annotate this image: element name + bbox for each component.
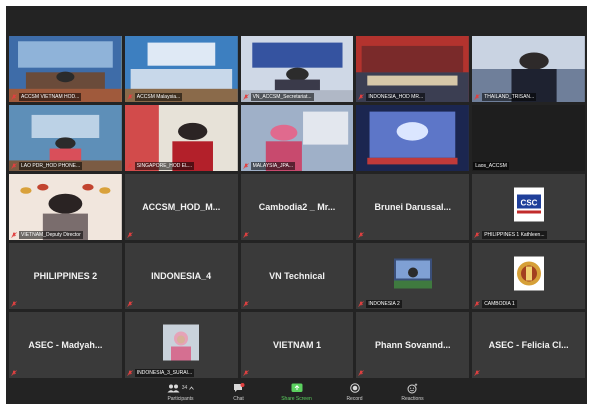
mic-muted-icon (242, 94, 249, 100)
mic-muted-icon (11, 232, 17, 238)
mic-muted-icon (11, 370, 17, 376)
participant-name-label: VN_ACCSM_Secretariat... (250, 93, 314, 101)
participant-profile-picture (163, 324, 200, 366)
participants-count: 34 (181, 385, 188, 391)
share-screen-button[interactable]: Share Screen (278, 380, 316, 404)
mic-muted-icon (358, 370, 365, 376)
participant-name-label: ACCSM Malaysia... (134, 93, 183, 101)
participant-name-label: INDONESIA_HOD MR... (366, 93, 426, 101)
participant-name-label: VIETNAM_Deputy Director (19, 231, 83, 239)
chat-icon (233, 383, 244, 392)
participant-tile[interactable]: Cambodia2 _ Mr... (240, 174, 354, 240)
svg-text:CSC: CSC (520, 199, 537, 208)
participant-tile[interactable]: Laos_ACCSM (472, 105, 585, 171)
record-icon (349, 383, 360, 393)
participant-tile[interactable]: INDONESIA 2 (356, 243, 470, 309)
participant-tile[interactable]: VN_ACCSM_Secretariat... (240, 36, 354, 102)
reactions-icon (407, 383, 418, 393)
participant-name: VIETNAM 1 (272, 340, 321, 350)
participant-tile[interactable]: THAILAND_TRISAN... (472, 36, 585, 102)
video-grid: ACCSM VIETNAM HOD... ACCSM Malaysia... VN_… (9, 36, 585, 378)
participant-tile[interactable]: LAO PDR_HOD PHONE... (9, 105, 122, 171)
participant-video (356, 105, 470, 171)
record-label: Record (346, 395, 363, 402)
participant-tile[interactable]: Brunei Darussal... (356, 174, 470, 240)
participant-tile[interactable]: INDONESIA_HOD MR... (356, 36, 470, 102)
participant-name: INDONESIA_4 (151, 271, 212, 281)
participant-name: ASEC - Felicia Cl... (488, 340, 569, 350)
participant-name: Brunei Darussal... (374, 202, 452, 212)
reactions-button[interactable]: Reactions (394, 380, 432, 404)
participant-name-label: Laos_ACCSM (473, 162, 509, 170)
mic-muted-icon (358, 232, 365, 238)
mic-muted-icon (242, 232, 249, 238)
participant-name-label: ACCSM VIETNAM HOD... (19, 93, 82, 101)
participant-name-label: MALAYSIA_JPA... (250, 162, 295, 170)
participant-name: ACCSM_HOD_M... (142, 202, 221, 212)
participant-name-label: INDONESIA_3_SURAI... (134, 369, 195, 377)
reactions-label: Reactions (401, 395, 424, 402)
mic-muted-icon (242, 301, 249, 307)
participant-tile[interactable]: ASEC - Madyah... (9, 312, 122, 378)
mic-muted-icon (11, 163, 17, 169)
participant-name-label: CAMBODIA 1 (482, 300, 517, 308)
participant-name: VN Technical (269, 271, 325, 281)
participant-tile[interactable]: VIETNAM 1 (240, 312, 354, 378)
mic-muted-icon (242, 163, 249, 169)
participant-profile-picture (513, 256, 544, 296)
mic-muted-icon (11, 94, 17, 100)
mic-muted-icon (474, 370, 480, 376)
participant-tile[interactable]: SINGAPORE_HOD EL... (124, 105, 238, 171)
participant-tile[interactable]: INDONESIA_3_SURAI... (124, 312, 238, 378)
chat-label: Chat (233, 395, 244, 402)
mic-muted-icon (11, 301, 17, 307)
record-button[interactable]: Record (336, 380, 374, 404)
participant-tile[interactable]: PHILIPPINES 2 (9, 243, 122, 309)
mic-muted-icon (127, 163, 133, 169)
participant-tile[interactable]: MALAYSIA_JPA... (240, 105, 354, 171)
participant-name-label: THAILAND_TRISAN... (482, 93, 537, 101)
participant-name: ASEC - Madyah... (28, 340, 103, 350)
participant-profile-picture (393, 258, 432, 294)
mic-muted-icon (127, 94, 133, 100)
participant-tile[interactable]: INDONESIA_4 (124, 243, 238, 309)
participant-tile[interactable]: VIETNAM_Deputy Director (9, 174, 122, 240)
chevron-up-icon (189, 386, 195, 390)
mic-muted-icon (358, 94, 365, 100)
mic-muted-icon (242, 370, 249, 376)
participant-name: Phann Sovannd... (375, 340, 451, 350)
mic-muted-icon (474, 301, 480, 307)
participant-name: Cambodia2 _ Mr... (258, 202, 336, 212)
mic-muted-icon (358, 301, 365, 307)
participant-tile[interactable]: ACCSM_HOD_M... (124, 174, 238, 240)
mic-muted-icon (127, 232, 133, 238)
participant-name-label: PHILIPPINES 1 Kathleen... (482, 231, 547, 239)
share-screen-icon (291, 383, 302, 392)
participant-tile[interactable]: VN Technical (240, 243, 354, 309)
participant-name-label: LAO PDR_HOD PHONE... (19, 162, 83, 170)
participant-name-label: SINGAPORE_HOD EL... (134, 162, 195, 170)
participant-name-label: INDONESIA 2 (366, 300, 402, 308)
participant-name: PHILIPPINES 2 (33, 271, 98, 281)
participant-tile[interactable]: CAMBODIA 1 (472, 243, 585, 309)
mic-muted-icon (474, 94, 480, 100)
mic-muted-icon (127, 370, 133, 376)
chat-button[interactable]: Chat (220, 380, 258, 404)
participant-tile[interactable]: CSC PHILIPPINES 1 Kathleen... (472, 174, 585, 240)
mic-muted-icon (127, 301, 133, 307)
share-screen-label: Share Screen (281, 395, 312, 402)
participants-icon (167, 384, 180, 392)
meeting-toolbar: 34 Participants Chat Share Screen Record… (6, 380, 587, 404)
participant-tile[interactable]: ACCSM VIETNAM HOD... (9, 36, 122, 102)
mic-muted-icon (474, 232, 480, 238)
participant-profile-picture: CSC (513, 187, 544, 227)
participant-tile[interactable] (356, 105, 470, 171)
participants-button[interactable]: 34 Participants (162, 380, 200, 404)
participant-tile[interactable]: Phann Sovannd... (356, 312, 470, 378)
participant-tile[interactable]: ASEC - Felicia Cl... (472, 312, 585, 378)
participant-tile[interactable]: ACCSM Malaysia... (124, 36, 238, 102)
zoom-gallery-window: ACCSM VIETNAM HOD... ACCSM Malaysia... VN_… (6, 6, 587, 404)
participants-label: Participants (167, 395, 194, 402)
